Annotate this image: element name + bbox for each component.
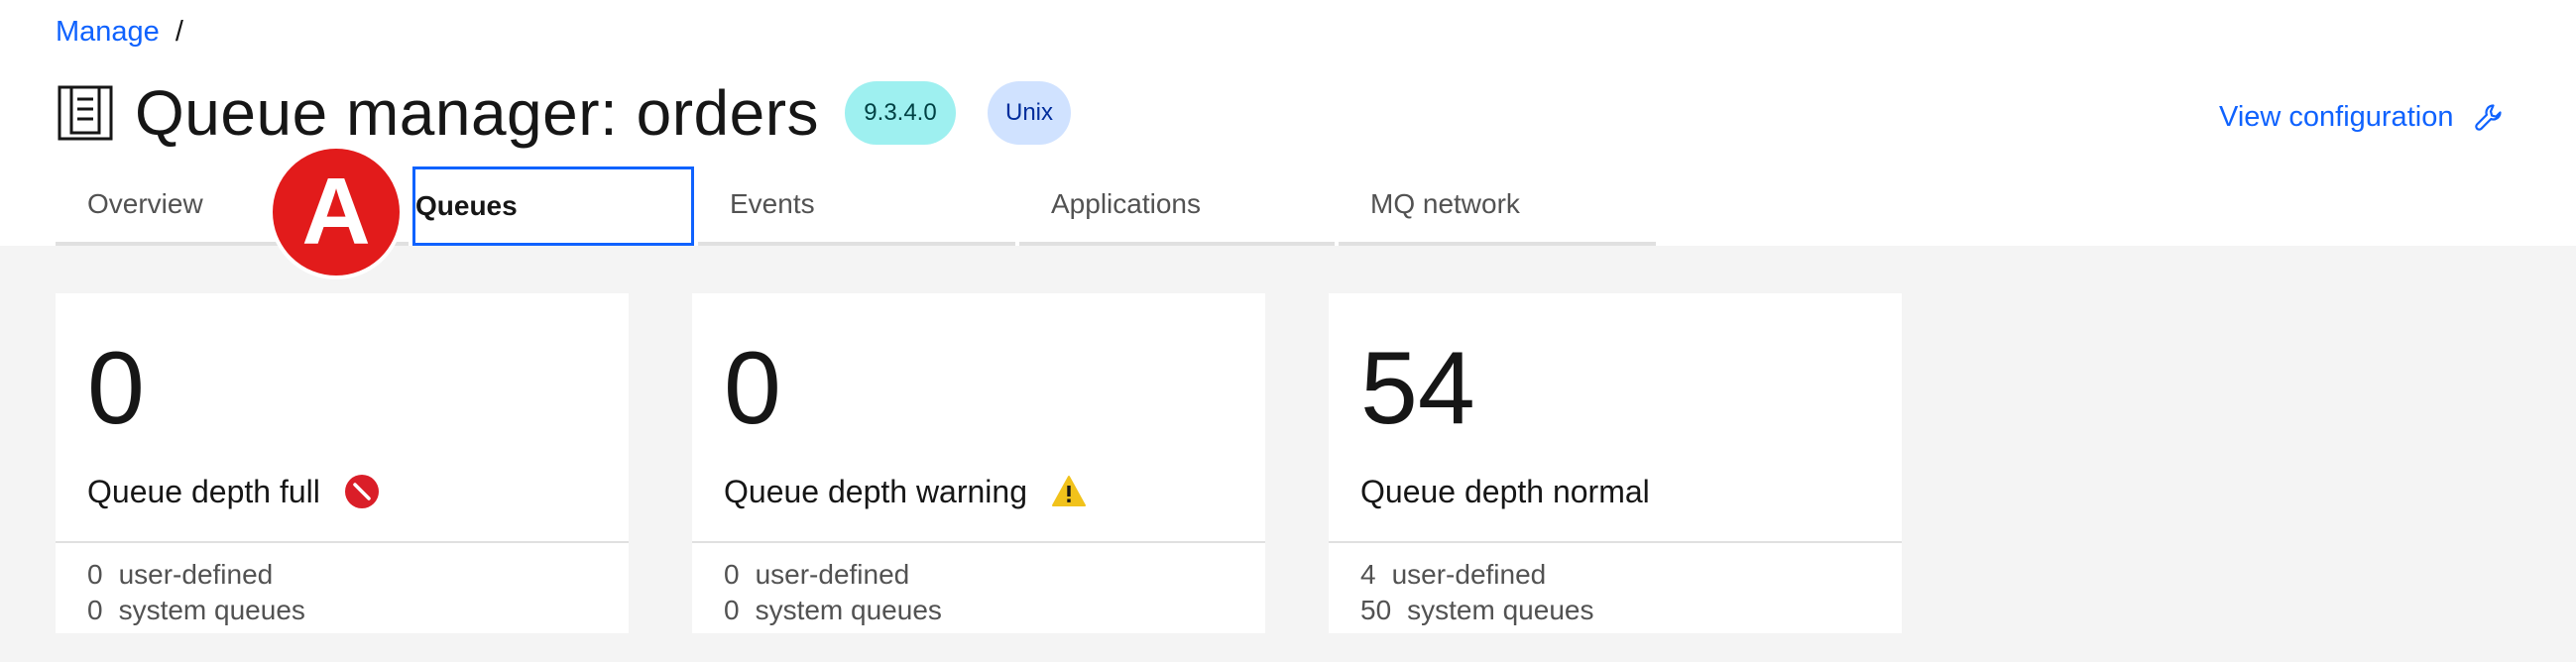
tab-events[interactable]: Events: [698, 166, 1015, 246]
tab-label: Overview: [87, 188, 203, 219]
user-defined-label: user-defined: [118, 559, 274, 590]
tile-stats: 0 user-defined 0 system queues: [724, 557, 942, 628]
annotation-marker: A: [269, 145, 404, 279]
warning-icon: [1052, 476, 1086, 506]
tile-count: 0: [724, 331, 781, 446]
tile-count: 54: [1360, 331, 1475, 446]
view-configuration-link[interactable]: View configuration: [2219, 101, 2505, 134]
queue-summary-area: 0 Queue depth full 0 user-defined 0 system…: [0, 246, 2576, 662]
system-queues-label: system queues: [118, 595, 305, 625]
queue-depth-full-tile[interactable]: 0 Queue depth full 0 user-defined 0 system…: [56, 293, 629, 633]
breadcrumb-separator: /: [175, 16, 183, 48]
tile-label: Queue depth full: [87, 472, 380, 511]
os-tag: Unix: [988, 81, 1072, 145]
page-title: Queue manager: orders: [135, 77, 819, 149]
user-defined-count: 4: [1360, 559, 1376, 590]
tile-label: Queue depth normal: [1360, 472, 1650, 511]
system-queues-label: system queues: [755, 595, 942, 625]
breadcrumb-manage-link[interactable]: Manage: [56, 16, 160, 49]
user-defined-label: user-defined: [1391, 559, 1547, 590]
user-defined-count: 0: [724, 559, 740, 590]
system-queues-count: 0: [724, 595, 740, 625]
error-icon: [344, 475, 379, 508]
queue-depth-warning-tile[interactable]: 0 Queue depth warning 0 user-defined 0 sys…: [692, 293, 1265, 633]
tab-label: Applications: [1051, 188, 1201, 219]
tab-label: Queues: [415, 190, 518, 221]
user-defined-label: user-defined: [755, 559, 910, 590]
tile-divider: [692, 541, 1265, 543]
tile-label-text: Queue depth normal: [1360, 473, 1650, 509]
version-tag: 9.3.4.0: [845, 81, 956, 145]
tile-stats: 4 user-defined 50 system queues: [1360, 557, 1593, 628]
system-queues-label: system queues: [1407, 595, 1594, 625]
queue-manager-icon: [58, 85, 113, 141]
title-row: Queue manager: orders 9.3.4.0 Unix: [56, 71, 1072, 155]
tile-stats: 0 user-defined 0 system queues: [87, 557, 305, 628]
tile-divider: [1329, 541, 1902, 543]
tab-label: MQ network: [1370, 188, 1520, 219]
tab-queues[interactable]: Queues: [412, 166, 694, 246]
system-queues-count: 0: [87, 595, 103, 625]
breadcrumb: Manage /: [56, 16, 183, 49]
wrench-icon: [2475, 103, 2503, 131]
tile-divider: [56, 541, 629, 543]
queue-depth-normal-tile[interactable]: 54 Queue depth normal 4 user-defined 50 sy…: [1329, 293, 1902, 633]
tab-applications[interactable]: Applications: [1019, 166, 1335, 246]
tab-mq-network[interactable]: MQ network: [1339, 166, 1656, 246]
tile-count: 0: [87, 331, 145, 446]
tile-label-text: Queue depth warning: [724, 473, 1027, 509]
tile-label-text: Queue depth full: [87, 473, 320, 509]
tile-label: Queue depth warning: [724, 472, 1087, 511]
tab-label: Events: [730, 188, 815, 219]
user-defined-count: 0: [87, 559, 103, 590]
system-queues-count: 50: [1360, 595, 1392, 625]
view-configuration-label: View configuration: [2219, 101, 2454, 133]
